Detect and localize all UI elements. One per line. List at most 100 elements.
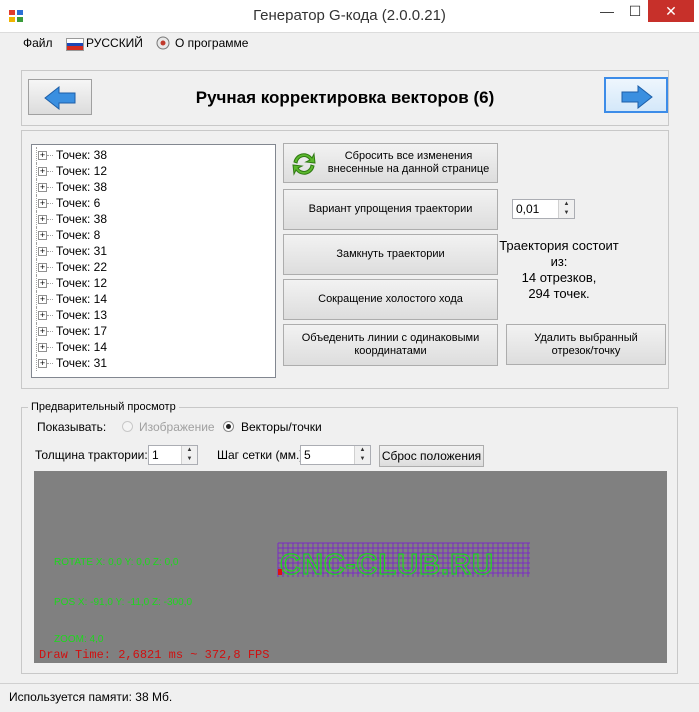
reset-button-line2: внесенные на данной странице bbox=[327, 163, 490, 175]
tree-item[interactable]: + Точек: 31 bbox=[32, 243, 272, 259]
simplify-value-stepper[interactable]: 0,01 ▲ ▼ bbox=[512, 199, 575, 219]
expand-icon[interactable]: + bbox=[38, 167, 47, 176]
tree-item-label: Точек: 38 bbox=[56, 148, 107, 162]
trajectory-tree[interactable]: + Точек: 38 + Точек: 12 + Точек: 38 + Точек: 6 +… bbox=[31, 144, 276, 378]
tree-connector bbox=[47, 299, 53, 300]
tree-item[interactable]: + Точек: 22 bbox=[32, 259, 272, 275]
info-line1: Траектория состоит bbox=[499, 238, 619, 253]
show-label: Показывать: bbox=[37, 420, 107, 434]
radio-vectors[interactable] bbox=[223, 421, 234, 432]
grid-stepper-arrows[interactable]: ▲ ▼ bbox=[354, 446, 370, 464]
tree-item-label: Точек: 31 bbox=[56, 244, 107, 258]
rotate-readout: ROTATE X: 0,0 Y: 0,0 Z: 0,0 bbox=[54, 557, 179, 568]
tree-connector bbox=[47, 251, 53, 252]
next-button[interactable] bbox=[604, 77, 668, 113]
tree-item-label: Точек: 22 bbox=[56, 260, 107, 274]
tree-item[interactable]: + Точек: 17 bbox=[32, 323, 272, 339]
reset-button-line1: Сбросить все изменения bbox=[344, 150, 473, 162]
menu-language[interactable]: РУССКИЙ bbox=[86, 36, 143, 50]
tree-item-label: Точек: 12 bbox=[56, 276, 107, 290]
tree-item-label: Точек: 12 bbox=[56, 164, 107, 178]
about-icon bbox=[156, 36, 170, 50]
radio-vectors-label: Векторы/точки bbox=[241, 420, 322, 434]
arrow-left-icon bbox=[44, 86, 76, 110]
menu-bar: Файл РУССКИЙ О программе bbox=[0, 33, 699, 55]
arrow-right-icon bbox=[621, 85, 653, 109]
minimize-button[interactable]: — bbox=[593, 0, 621, 22]
expand-icon[interactable]: + bbox=[38, 327, 47, 336]
tree-item[interactable]: + Точек: 14 bbox=[32, 339, 272, 355]
tree-connector bbox=[47, 203, 53, 204]
back-button[interactable] bbox=[28, 79, 92, 115]
expand-icon[interactable]: + bbox=[38, 279, 47, 288]
expand-icon[interactable]: + bbox=[38, 199, 47, 208]
thickness-label: Толщина трактории: bbox=[35, 448, 148, 462]
tree-item-label: Точек: 38 bbox=[56, 180, 107, 194]
menu-about[interactable]: О программе bbox=[175, 36, 248, 50]
tree-item-label: Точек: 6 bbox=[56, 196, 101, 210]
reduce-idle-button[interactable]: Сокращение холостого хода bbox=[283, 279, 498, 320]
tree-item[interactable]: + Точек: 38 bbox=[32, 179, 272, 195]
merge-button-line1: Объеденить линии с одинаковыми bbox=[301, 332, 480, 344]
info-line2: из: bbox=[550, 254, 568, 269]
close-paths-button[interactable]: Замкнуть траектории bbox=[283, 234, 498, 275]
expand-icon[interactable]: + bbox=[38, 183, 47, 192]
tree-item[interactable]: + Точек: 38 bbox=[32, 147, 272, 163]
expand-icon[interactable]: + bbox=[38, 295, 47, 304]
tree-item[interactable]: + Точек: 38 bbox=[32, 211, 272, 227]
merge-button-line2: координатами bbox=[354, 345, 427, 357]
expand-icon[interactable]: + bbox=[38, 311, 47, 320]
tree-item[interactable]: + Точек: 12 bbox=[32, 163, 272, 179]
expand-icon[interactable]: + bbox=[38, 151, 47, 160]
merge-lines-button[interactable]: Объеденить линии с одинаковыми координат… bbox=[283, 324, 498, 366]
refresh-icon bbox=[292, 152, 316, 176]
russia-flag-icon bbox=[66, 38, 84, 51]
tree-item-label: Точек: 31 bbox=[56, 356, 107, 370]
expand-icon[interactable]: + bbox=[38, 247, 47, 256]
radio-image[interactable] bbox=[122, 421, 133, 432]
expand-icon[interactable]: + bbox=[38, 263, 47, 272]
down-arrow-icon[interactable]: ▼ bbox=[559, 209, 574, 218]
simplify-button[interactable]: Вариант упрощения траектории bbox=[283, 189, 498, 230]
title-bar: Генератор G-кода (2.0.0.21) — ☐ ✕ bbox=[0, 0, 699, 33]
tree-connector bbox=[47, 283, 53, 284]
down-arrow-icon[interactable]: ▼ bbox=[355, 455, 370, 464]
header-panel: Ручная корректировка векторов (6) bbox=[21, 70, 669, 126]
maximize-button[interactable]: ☐ bbox=[621, 0, 649, 22]
thickness-stepper[interactable]: 1 ▲ ▼ bbox=[148, 445, 198, 465]
menu-file[interactable]: Файл bbox=[23, 36, 53, 50]
down-arrow-icon[interactable]: ▼ bbox=[182, 455, 197, 464]
grid-step-label: Шаг сетки (мм.): bbox=[217, 448, 307, 462]
tree-item[interactable]: + Точек: 14 bbox=[32, 291, 272, 307]
simplify-stepper-arrows[interactable]: ▲ ▼ bbox=[558, 200, 574, 218]
cnc-logo-text: CNC-CLUB.RU bbox=[280, 549, 494, 581]
preview-canvas[interactable]: CNC-CLUB.RU ROTATE X: 0,0 Y: 0,0 Z: 0,0 … bbox=[34, 471, 667, 663]
up-arrow-icon[interactable]: ▲ bbox=[182, 446, 197, 455]
tree-item[interactable]: + Точек: 6 bbox=[32, 195, 272, 211]
tree-item-label: Точек: 14 bbox=[56, 292, 107, 306]
tree-connector bbox=[47, 155, 53, 156]
expand-icon[interactable]: + bbox=[38, 343, 47, 352]
grid-step-stepper[interactable]: 5 ▲ ▼ bbox=[300, 445, 371, 465]
tree-item-label: Точек: 17 bbox=[56, 324, 107, 338]
tree-item[interactable]: + Точек: 8 bbox=[32, 227, 272, 243]
tree-item[interactable]: + Точек: 12 bbox=[32, 275, 272, 291]
tree-connector bbox=[47, 171, 53, 172]
delete-button-line2: отрезок/точку bbox=[551, 344, 621, 357]
reset-position-button[interactable]: Сброс положения bbox=[379, 445, 484, 467]
expand-icon[interactable]: + bbox=[38, 215, 47, 224]
expand-icon[interactable]: + bbox=[38, 231, 47, 240]
delete-button-line1: Удалить выбранный bbox=[534, 331, 638, 344]
close-button[interactable]: ✕ bbox=[648, 0, 694, 22]
expand-icon[interactable]: + bbox=[38, 359, 47, 368]
up-arrow-icon[interactable]: ▲ bbox=[355, 446, 370, 455]
delete-segment-button[interactable]: Удалить выбранный отрезок/точку bbox=[506, 324, 666, 365]
tree-connector bbox=[47, 235, 53, 236]
reset-changes-button[interactable]: Сбросить все изменения внесенные на данн… bbox=[283, 143, 498, 183]
tree-item[interactable]: + Точек: 13 bbox=[32, 307, 272, 323]
up-arrow-icon[interactable]: ▲ bbox=[559, 200, 574, 209]
tree-item-label: Точек: 8 bbox=[56, 228, 101, 242]
thickness-stepper-arrows[interactable]: ▲ ▼ bbox=[181, 446, 197, 464]
page-title: Ручная корректировка векторов (6) bbox=[195, 88, 495, 107]
tree-item[interactable]: + Точек: 31 bbox=[32, 355, 272, 371]
